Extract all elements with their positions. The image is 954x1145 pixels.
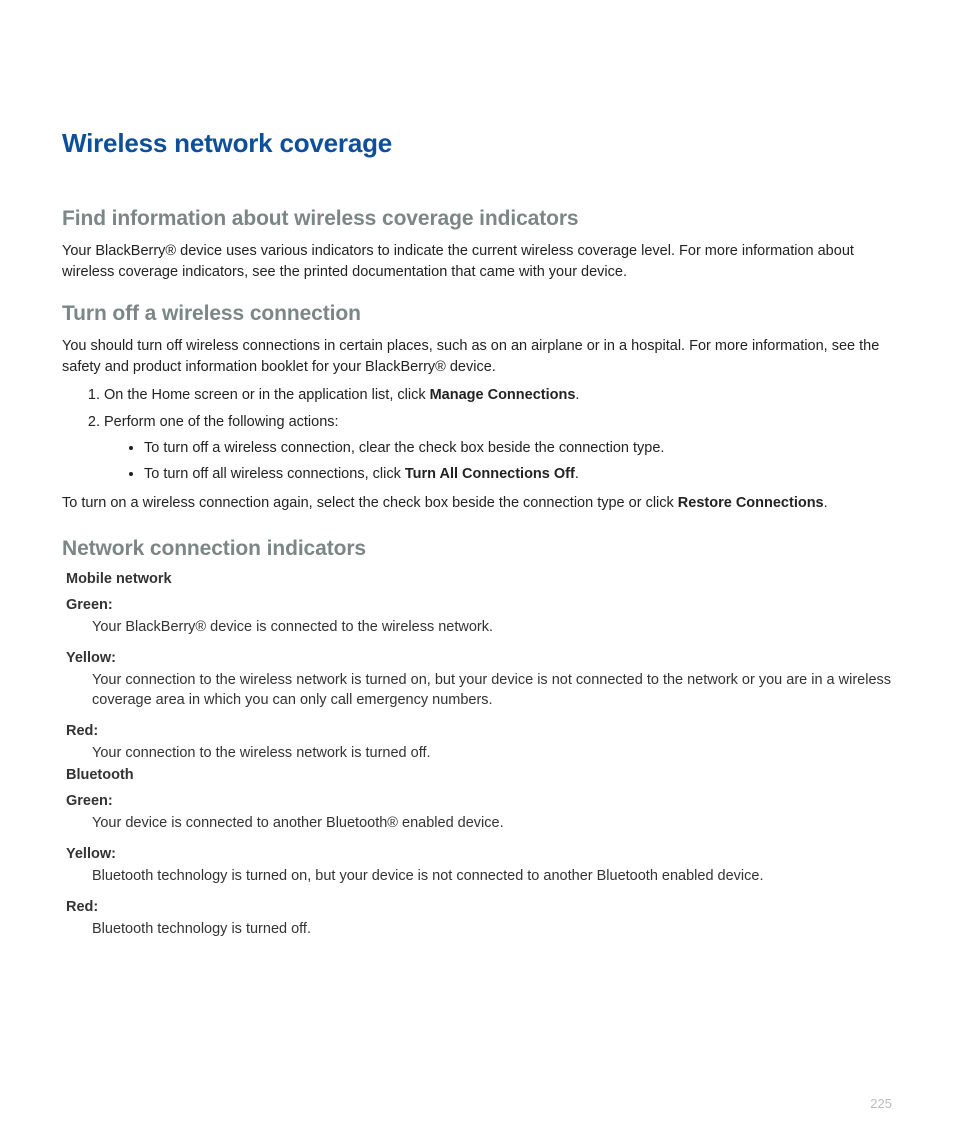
indicator-label-red: Red xyxy=(66,723,892,739)
section-heading-indicators: Network connection indicators xyxy=(62,537,892,561)
indicator-group-bluetooth: Bluetooth xyxy=(66,767,892,783)
afterlist-pre: To turn on a wireless connection again, … xyxy=(62,495,678,511)
step-text: Perform one of the following actions: xyxy=(104,414,339,430)
step-item: Perform one of the following actions: To… xyxy=(104,412,892,485)
substep-post: . xyxy=(575,466,579,482)
step-post: . xyxy=(575,387,579,403)
indicator-label-yellow: Yellow xyxy=(66,846,892,862)
indicator-desc: Your connection to the wireless network … xyxy=(92,670,892,711)
afterlist-post: . xyxy=(824,495,828,511)
afterlist-bold: Restore Connections xyxy=(678,495,824,511)
afterlist-text: To turn on a wireless connection again, … xyxy=(62,493,892,514)
indicator-desc: Your BlackBerry® device is connected to … xyxy=(92,617,892,638)
substep-bold: Turn All Connections Off xyxy=(405,466,575,482)
indicator-desc: Your connection to the wireless network … xyxy=(92,743,892,764)
substep-text: To turn off all wireless connections, cl… xyxy=(144,466,405,482)
indicator-label-green: Green xyxy=(66,793,892,809)
substep-item: To turn off a wireless connection, clear… xyxy=(144,438,892,458)
step-bold: Manage Connections xyxy=(430,387,576,403)
page-title: Wireless network coverage xyxy=(62,128,892,159)
indicator-desc: Your device is connected to another Blue… xyxy=(92,813,892,834)
indicator-label-green: Green xyxy=(66,597,892,613)
indicator-label-red: Red xyxy=(66,899,892,915)
substep-text: To turn off a wireless connection, clear… xyxy=(144,440,664,456)
page-content: Wireless network coverage Find informati… xyxy=(0,0,954,939)
substeps-list: To turn off a wireless connection, clear… xyxy=(104,438,892,485)
page-number: 225 xyxy=(870,1096,892,1111)
indicator-desc: Bluetooth technology is turned on, but y… xyxy=(92,866,892,887)
indicator-desc: Bluetooth technology is turned off. xyxy=(92,919,892,940)
step-item: On the Home screen or in the application… xyxy=(104,385,892,405)
section-body-turn-off: You should turn off wireless connections… xyxy=(62,336,892,377)
section-heading-find-info: Find information about wireless coverage… xyxy=(62,207,892,231)
substep-item: To turn off all wireless connections, cl… xyxy=(144,464,892,484)
section-body-find-info: Your BlackBerry® device uses various ind… xyxy=(62,241,892,282)
steps-list: On the Home screen or in the application… xyxy=(62,385,892,484)
indicator-label-yellow: Yellow xyxy=(66,650,892,666)
section-heading-turn-off: Turn off a wireless connection xyxy=(62,302,892,326)
indicator-group-mobile: Mobile network xyxy=(66,571,892,587)
step-text: On the Home screen or in the application… xyxy=(104,387,430,403)
